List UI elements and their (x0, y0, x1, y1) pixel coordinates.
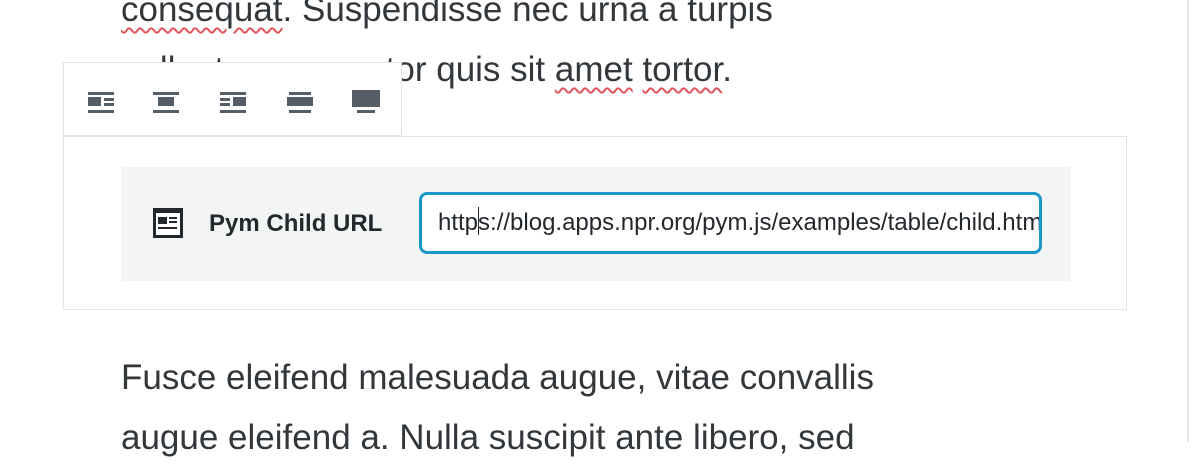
wide-width-icon (287, 92, 313, 113)
misspelled-word: amet (554, 50, 633, 89)
url-text: http (438, 209, 479, 236)
embed-label: Pym Child URL (209, 210, 383, 237)
paragraph-bottom[interactable]: Fusce eleifend malesuada augue, vitae co… (121, 348, 874, 468)
full-width-icon (352, 90, 380, 113)
align-left-button[interactable] (81, 81, 121, 121)
paragraph-bottom-line-2: augue eleifend a. Nulla suscipit ante li… (121, 418, 855, 457)
align-left-icon (88, 92, 114, 113)
editor-right-edge (1187, 0, 1195, 442)
misspelled-word: consequat (121, 0, 283, 29)
misspelled-word: tortor (642, 50, 723, 89)
text-run: . Suspendisse nec urna a turpis (282, 0, 773, 29)
pym-child-url-input[interactable]: https://blog.apps.npr.org/pym.js/example… (419, 192, 1042, 254)
text-run (633, 50, 643, 89)
paragraph-bottom-line-1: Fusce eleifend malesuada augue, vitae co… (121, 358, 874, 397)
align-right-icon (220, 92, 246, 113)
paragraph-top-line-1: consequat. Suspendisse nec urna a turpis (121, 0, 773, 40)
align-center-icon (153, 92, 179, 113)
wide-width-button[interactable] (280, 81, 320, 121)
url-text-rest: s://blog.apps.npr.org/pym.js/examples/ta… (478, 209, 1042, 236)
align-right-button[interactable] (213, 81, 253, 121)
embed-block-icon (153, 208, 183, 238)
text-run: . (722, 50, 732, 89)
full-width-button[interactable] (346, 81, 386, 121)
align-center-button[interactable] (146, 81, 186, 121)
embed-placeholder: Pym Child URL https://blog.apps.npr.org/… (121, 167, 1071, 281)
block-alignment-toolbar (63, 62, 402, 136)
